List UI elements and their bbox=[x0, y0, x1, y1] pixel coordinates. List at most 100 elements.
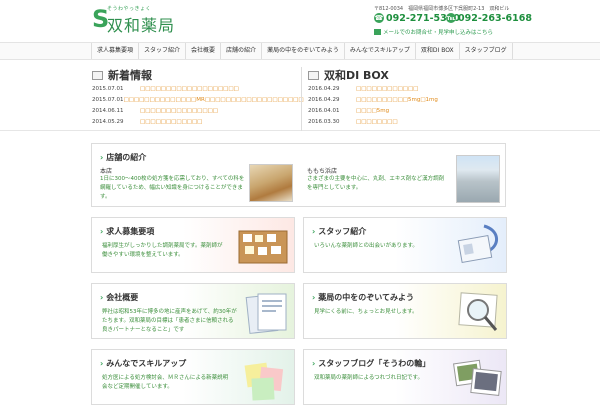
news-link[interactable]: □□□□□□□□ bbox=[356, 117, 398, 128]
main-store-photo bbox=[249, 164, 293, 202]
news-icon bbox=[92, 71, 103, 80]
logo-ruby: そうわやっきょく bbox=[107, 6, 152, 12]
staff-desc: いろいんな薬剤師との出会いがあります。 bbox=[314, 243, 418, 249]
nav-item-blog[interactable]: スタッフブログ bbox=[458, 43, 513, 59]
recruit-title: › 求人募集要項 bbox=[100, 226, 154, 237]
skillup-title-text: みんなでスキルアップ bbox=[106, 359, 187, 368]
chevron-right-icon: › bbox=[100, 227, 104, 236]
nav-item-inside[interactable]: 薬局の中をのぞいてみよう bbox=[261, 43, 344, 59]
mail-contact-link[interactable]: メールでのお問合せ・見学申し込みはこちら bbox=[374, 28, 493, 36]
nav-item-dibox[interactable]: 双和DI BOX bbox=[414, 43, 459, 59]
staff-title-text: スタッフ紹介 bbox=[318, 227, 367, 236]
list-item[interactable]: 2014.05.29 □□□□□□□□□□□□ bbox=[92, 117, 292, 128]
site-logo[interactable]: S そうわやっきょく 双和薬局 bbox=[92, 5, 182, 35]
di-box-section: 双和DI BOX 2016.04.29 □□□□□□□□□□□□ 2016.04.… bbox=[308, 67, 508, 128]
documents-illustration bbox=[245, 293, 287, 334]
nav-item-recruit[interactable]: 求人募集要項 bbox=[91, 43, 138, 59]
nav-item-stores[interactable]: 店舗の紹介 bbox=[220, 43, 261, 59]
nav-item-skillup[interactable]: みんなでスキルアップ bbox=[343, 43, 415, 59]
mail-icon bbox=[374, 29, 381, 35]
staff-card[interactable]: › スタッフ紹介 いろいんな薬剤師との出会いがあります。 bbox=[303, 217, 507, 273]
magnifier-illustration bbox=[458, 292, 498, 331]
list-item[interactable]: 2016.04.01 □□□□5mg bbox=[308, 106, 508, 117]
news-date: 2014.06.11 bbox=[92, 108, 124, 114]
news-date: 2014.05.29 bbox=[92, 119, 124, 125]
header: S そうわやっきょく 双和薬局 〒812-0034 福岡県福岡市博多区下呉服町2… bbox=[0, 0, 600, 40]
news-section: 新着情報 2015.07.01 □□□□□□□□□□□□□□□□□□□ 2015.… bbox=[92, 67, 304, 128]
nav-item-staff[interactable]: スタッフ紹介 bbox=[138, 43, 185, 59]
blog-title: › スタッフブログ「そうわの輪」 bbox=[312, 358, 430, 369]
news-link[interactable]: □□□□□□□□□□5mg□1mg bbox=[356, 95, 438, 106]
store-title: › 店舗の紹介 bbox=[100, 152, 146, 163]
inside-title-text: 薬局の中をのぞいてみよう bbox=[318, 293, 415, 302]
nav-item-company[interactable]: 会社概要 bbox=[185, 43, 220, 59]
list-item[interactable]: 2016.04.29 □□□□□□□□□□5mg□1mg bbox=[308, 95, 508, 106]
news-link[interactable]: □□□□□□□□□□□□□□MR□□□□□□□□□□□□□□□□□□□ bbox=[124, 95, 304, 106]
branch-store-name: ももち浜店 bbox=[307, 168, 338, 175]
staff-badge-illustration bbox=[457, 224, 498, 264]
company-title: › 会社概要 bbox=[100, 292, 138, 303]
list-item[interactable]: 2014.06.11 □□□□□□□□□□□□□□□ bbox=[92, 106, 292, 117]
chevron-right-icon: › bbox=[100, 293, 104, 302]
chevron-right-icon: › bbox=[312, 293, 316, 302]
news-title-text: 新着情報 bbox=[108, 69, 152, 82]
news-link[interactable]: □□□□□□□□□□□□ bbox=[356, 84, 418, 95]
news-link[interactable]: □□□□□□□□□□□□□□□ bbox=[140, 106, 218, 117]
address: 〒812-0034 福岡県福岡市博多区下呉服町2-13 双和ビル bbox=[374, 6, 510, 12]
photos-illustration bbox=[453, 359, 502, 396]
chevron-right-icon: › bbox=[100, 153, 104, 162]
company-card[interactable]: › 会社概要 弊社は昭和53年に博多の地に産声をあげて、約30年がたちます。双和薬… bbox=[91, 283, 295, 339]
skillup-title: › みんなでスキルアップ bbox=[100, 358, 186, 369]
skillup-card[interactable]: › みんなでスキルアップ 処方医による処方検討会、ＭＲさんによる新薬説明会など定期… bbox=[91, 349, 295, 405]
staff-title: › スタッフ紹介 bbox=[312, 226, 366, 237]
inside-card[interactable]: › 薬局の中をのぞいてみよう 見学にくる前に、ちょっとお見せします。 bbox=[303, 283, 507, 339]
news-divider bbox=[301, 67, 302, 131]
branch-store-photo bbox=[456, 155, 500, 203]
book-icon bbox=[308, 71, 319, 80]
di-box-title: 双和DI BOX bbox=[308, 67, 508, 84]
news-date: 2016.03.30 bbox=[308, 119, 340, 125]
recruit-title-text: 求人募集要項 bbox=[106, 227, 155, 236]
news-link[interactable]: □□□□□□□□□□□□□□□□□□□ bbox=[140, 84, 239, 95]
list-item[interactable]: 2016.04.29 □□□□□□□□□□□□ bbox=[308, 84, 508, 95]
global-nav: 求人募集要項 スタッフ紹介 会社概要 店舗の紹介 薬局の中をのぞいてみよう みん… bbox=[0, 42, 600, 60]
sticky-notes-illustration bbox=[244, 362, 284, 401]
news-link[interactable]: □□□□□□□□□□□□ bbox=[140, 117, 202, 128]
chevron-right-icon: › bbox=[312, 359, 316, 368]
store-title-text: 店舗の紹介 bbox=[106, 153, 147, 162]
news-title: 新着情報 bbox=[92, 67, 292, 84]
di-box-title-text: 双和DI BOX bbox=[324, 69, 389, 82]
inside-desc: 見学にくる前に、ちょっとお見せします。 bbox=[314, 309, 418, 315]
company-title-text: 会社概要 bbox=[106, 293, 139, 302]
list-item[interactable]: 2016.03.30 □□□□□□□□ bbox=[308, 117, 508, 128]
recruit-desc: 福利厚生がしっかりした調剤薬局です。薬剤師が働きやすい環境を整えています。 bbox=[102, 243, 223, 258]
list-item[interactable]: 2015.07.01 □□□□□□□□□□□□□□MR□□□□□□□□□□□□□□… bbox=[92, 95, 304, 106]
chevron-right-icon: › bbox=[100, 359, 104, 368]
news-date: 2015.07.01 bbox=[92, 97, 124, 103]
phone-number-2[interactable]: ℡ 092-263-6168 bbox=[446, 13, 532, 24]
branch-store-desc: さまざまの主要を中心に、丸剤、エキス剤など漢方調剤を専門としています。 bbox=[307, 176, 445, 191]
chevron-right-icon: › bbox=[312, 227, 316, 236]
main-store-name: 本店 bbox=[100, 168, 113, 175]
logo-mark-icon: S bbox=[92, 5, 110, 33]
news-band: 新着情報 2015.07.01 □□□□□□□□□□□□□□□□□□□ 2015.… bbox=[0, 67, 600, 131]
store-panel[interactable]: › 店舗の紹介 本店 1日に300〜400枚の処方箋を応需しており、すべての科を網… bbox=[91, 143, 506, 207]
news-link[interactable]: □□□□5mg bbox=[356, 106, 389, 117]
main-store-desc: 1日に300〜400枚の処方箋を応需しており、すべての科を網羅しているため、幅広… bbox=[100, 176, 245, 200]
news-date: 2016.04.01 bbox=[308, 108, 340, 114]
company-desc: 弊社は昭和53年に博多の地に産声をあげて、約30年がたちます。双和薬局の目標は「… bbox=[102, 309, 237, 333]
skillup-desc: 処方医による処方検討会、ＭＲさんによる新薬説明会など定期開催しています。 bbox=[102, 375, 229, 390]
news-date: 2016.04.29 bbox=[308, 86, 340, 92]
logo-text: 双和薬局 bbox=[107, 16, 176, 35]
mail-link-text: メールでのお問合せ・見学申し込みはこちら bbox=[383, 30, 494, 36]
phone-icon: ☎ bbox=[374, 13, 384, 23]
news-date: 2015.07.01 bbox=[92, 86, 124, 92]
list-item[interactable]: 2015.07.01 □□□□□□□□□□□□□□□□□□□ bbox=[92, 84, 292, 95]
fax-icon: ℡ bbox=[446, 13, 456, 23]
news-date: 2016.04.29 bbox=[308, 97, 340, 103]
blog-card[interactable]: › スタッフブログ「そうわの輪」 双和薬局の薬剤師によるつれづれ日記です。 bbox=[303, 349, 507, 405]
recruit-card[interactable]: › 求人募集要項 福利厚生がしっかりした調剤薬局です。薬剤師が働きやすい環境を整え… bbox=[91, 217, 295, 273]
phone-2-text: 092-263-6168 bbox=[458, 13, 532, 24]
inside-title: › 薬局の中をのぞいてみよう bbox=[312, 292, 414, 303]
blog-desc: 双和薬局の薬剤師によるつれづれ日記です。 bbox=[314, 375, 423, 381]
